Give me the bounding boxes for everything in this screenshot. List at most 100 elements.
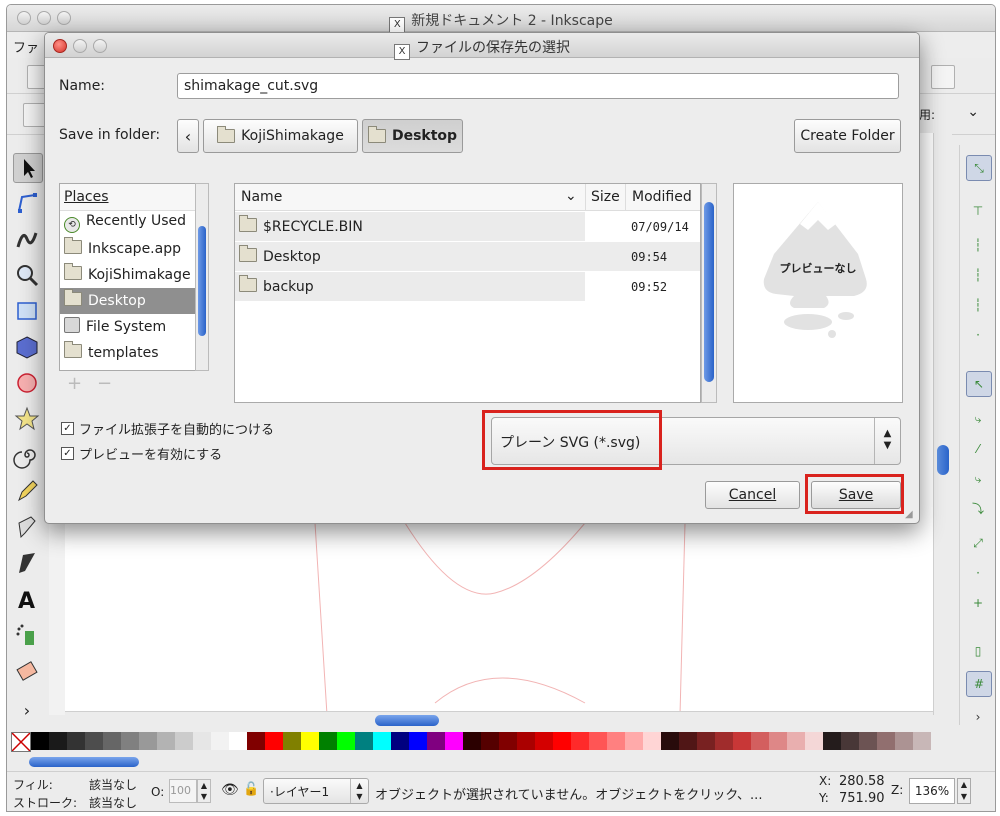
file-list-scroll-thumb[interactable] bbox=[704, 202, 714, 382]
snap-smooth-icon[interactable]: ⤵ bbox=[966, 497, 990, 521]
color-swatch[interactable] bbox=[247, 732, 265, 750]
menu-file[interactable]: ファ bbox=[13, 37, 39, 56]
ellipse-tool-icon[interactable] bbox=[13, 369, 41, 397]
opacity-field[interactable]: 100 bbox=[169, 779, 197, 803]
color-swatch[interactable] bbox=[733, 732, 751, 750]
place-templates[interactable]: templates bbox=[60, 340, 208, 366]
color-swatch[interactable] bbox=[715, 732, 733, 750]
spiral-tool-icon[interactable] bbox=[13, 441, 41, 469]
color-swatch[interactable] bbox=[517, 732, 535, 750]
snapbar-more-icon[interactable]: › bbox=[966, 705, 990, 729]
color-swatch[interactable] bbox=[31, 732, 49, 750]
snap-rotation-center-icon[interactable]: + bbox=[966, 591, 990, 615]
color-swatch[interactable] bbox=[805, 732, 823, 750]
color-swatch[interactable] bbox=[895, 732, 913, 750]
color-swatch[interactable] bbox=[499, 732, 517, 750]
path-button-desktop[interactable]: Desktop bbox=[362, 119, 463, 153]
canvas-horizontal-scrollbar[interactable] bbox=[65, 711, 933, 728]
color-swatch[interactable] bbox=[337, 732, 355, 750]
fill-value[interactable]: 該当なし bbox=[89, 776, 137, 793]
remove-place-icon[interactable]: − bbox=[97, 373, 112, 394]
color-swatch[interactable] bbox=[409, 732, 427, 750]
color-swatch[interactable] bbox=[463, 732, 481, 750]
color-swatch[interactable] bbox=[157, 732, 175, 750]
resize-grip-icon[interactable]: ◢ bbox=[905, 509, 913, 520]
snap-center-icon[interactable]: · bbox=[966, 561, 990, 585]
color-swatch[interactable] bbox=[859, 732, 877, 750]
places-scrollbar[interactable] bbox=[195, 183, 209, 371]
color-swatch[interactable] bbox=[571, 732, 589, 750]
pen-tool-icon[interactable] bbox=[13, 513, 41, 541]
color-swatch[interactable] bbox=[823, 732, 841, 750]
color-swatch[interactable] bbox=[841, 732, 859, 750]
snap-path-intersection-icon[interactable]: ⁄ bbox=[966, 437, 990, 461]
place-file-system[interactable]: File System bbox=[60, 314, 208, 340]
pencil-tool-icon[interactable] bbox=[13, 477, 41, 505]
eraser-tool-icon[interactable] bbox=[13, 657, 41, 685]
snap-page-border-icon[interactable]: ▯ bbox=[966, 639, 990, 663]
snap-bbox-center-icon[interactable]: · bbox=[966, 323, 990, 347]
color-swatch[interactable] bbox=[49, 732, 67, 750]
color-swatch[interactable] bbox=[427, 732, 445, 750]
color-swatch[interactable] bbox=[319, 732, 337, 750]
place-inkscape-app[interactable]: Inkscape.app bbox=[60, 236, 208, 262]
file-list-scrollbar[interactable] bbox=[701, 183, 717, 403]
color-swatch[interactable] bbox=[229, 732, 247, 750]
path-back-button[interactable]: ‹ bbox=[177, 119, 199, 153]
cancel-button[interactable]: Cancel bbox=[705, 481, 800, 509]
color-swatch[interactable] bbox=[103, 732, 121, 750]
places-scroll-thumb[interactable] bbox=[198, 226, 206, 336]
color-swatch[interactable] bbox=[553, 732, 571, 750]
color-swatch[interactable] bbox=[193, 732, 211, 750]
color-swatch[interactable] bbox=[625, 732, 643, 750]
palette-scroll-thumb[interactable] bbox=[29, 757, 139, 767]
color-swatch[interactable] bbox=[391, 732, 409, 750]
color-swatch[interactable] bbox=[661, 732, 679, 750]
add-place-icon[interactable]: + bbox=[67, 373, 82, 394]
color-swatch[interactable] bbox=[751, 732, 769, 750]
color-swatch[interactable] bbox=[589, 732, 607, 750]
snap-nodes-icon[interactable]: ↖ bbox=[966, 371, 992, 397]
color-swatch[interactable] bbox=[355, 732, 373, 750]
color-swatch[interactable] bbox=[283, 732, 301, 750]
document-properties-icon[interactable] bbox=[931, 65, 955, 89]
tweak-tool-icon[interactable] bbox=[13, 225, 41, 253]
star-tool-icon[interactable] bbox=[13, 405, 41, 433]
color-swatch[interactable] bbox=[175, 732, 193, 750]
sort-chevron-icon[interactable]: ⌄ bbox=[565, 188, 577, 204]
toolbox-more-icon[interactable]: › bbox=[13, 701, 41, 729]
rectangle-tool-icon[interactable] bbox=[13, 297, 41, 325]
layer-lock-icon[interactable]: 🔓 bbox=[243, 782, 259, 797]
layer-selector[interactable]: ·レイヤー1 ▲ ▼ bbox=[263, 778, 369, 804]
auto-extension-checkbox[interactable]: ✓ bbox=[61, 422, 74, 435]
place-kojishimakage[interactable]: KojiShimakage bbox=[60, 262, 208, 288]
color-swatch[interactable] bbox=[67, 732, 85, 750]
file-row[interactable]: Desktop 09:54 bbox=[235, 242, 700, 271]
color-swatch[interactable] bbox=[697, 732, 715, 750]
color-swatch[interactable] bbox=[211, 732, 229, 750]
color-swatch[interactable] bbox=[481, 732, 499, 750]
stroke-value[interactable]: 該当なし bbox=[89, 794, 137, 811]
snap-toggle-icon[interactable]: ⤡ bbox=[966, 155, 992, 181]
filename-input[interactable] bbox=[177, 73, 899, 99]
zoom-field[interactable]: 136% bbox=[909, 778, 955, 804]
column-modified-header[interactable]: Modified bbox=[632, 189, 692, 205]
layer-visibility-eye-icon[interactable]: 👁 bbox=[221, 782, 239, 798]
snap-bbox-edge-icon[interactable]: ┆ bbox=[966, 233, 990, 257]
canvas-vertical-scrollbar[interactable] bbox=[933, 133, 952, 715]
color-swatch[interactable] bbox=[373, 732, 391, 750]
color-swatch[interactable] bbox=[301, 732, 319, 750]
opacity-spinner-icon[interactable]: ▲ ▼ bbox=[197, 779, 211, 803]
enable-preview-checkbox[interactable]: ✓ bbox=[61, 447, 74, 460]
color-swatch[interactable] bbox=[607, 732, 625, 750]
path-button-kojishimakage[interactable]: KojiShimakage bbox=[203, 119, 358, 153]
color-swatch[interactable] bbox=[877, 732, 895, 750]
horizontal-scroll-thumb[interactable] bbox=[375, 715, 439, 726]
snap-bbox-icon[interactable]: ⊤ bbox=[966, 199, 990, 223]
selector-tool-icon[interactable] bbox=[13, 153, 43, 183]
color-swatch[interactable] bbox=[787, 732, 805, 750]
color-swatch[interactable] bbox=[85, 732, 103, 750]
snap-grid-icon[interactable]: # bbox=[966, 671, 992, 697]
file-row[interactable]: backup 09:52 bbox=[235, 272, 700, 301]
color-swatch[interactable] bbox=[445, 732, 463, 750]
